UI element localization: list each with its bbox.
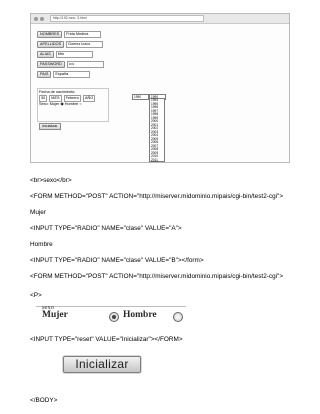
form-row-apellidos: APELLIDOS Gomez lozco — [37, 41, 104, 48]
alias-field: bfm — [55, 51, 93, 58]
mujer-radio-icon — [109, 312, 119, 322]
doc-line-input-b: <INPUT TYPE="RADIO" NAME="clase" VALUE="… — [30, 257, 204, 264]
year-option: 2012 — [151, 161, 159, 163]
radio-icon: ◉ — [60, 102, 64, 106]
month-select: Febrero — [63, 95, 81, 102]
year-select-box: 1990 — [132, 94, 149, 100]
password-field: •••• — [66, 61, 104, 68]
birthdate-section: Fecha de nacimiento: 30 MES Febrero AÑO … — [37, 88, 109, 122]
form-row-pais: PAIS España — [37, 71, 91, 78]
sexo-row: Sexo: Mujer ◉ Hombre ○ — [39, 102, 107, 107]
sexo-label: Sexo: — [39, 102, 49, 106]
year-dropdown-list: 1994 1995 1996 1997 1998 1999 2000 2001 2002 2003… — [149, 98, 165, 162]
pais-select: España — [53, 71, 91, 78]
mujer-label: Mujer — [49, 102, 60, 106]
url-bar: http://192.mov: 3.html — [50, 15, 204, 22]
doc-line-mujer: Mujer — [30, 209, 46, 216]
year-button: AÑO — [82, 95, 96, 102]
apellidos-label: APELLIDOS — [37, 41, 65, 48]
doc-line-input-a: <INPUT TYPE="RADIO" NAME="clase" VALUE="… — [30, 225, 182, 232]
browser-chrome: http://192.mov: 3.html — [31, 14, 289, 24]
doc-line-br-sexo: <br>sexo</br> — [30, 177, 72, 184]
apellidos-field: Gomez lozco — [66, 41, 104, 48]
mujer-label: Mujer — [42, 310, 68, 320]
nombres-field: Frida Medina — [64, 31, 102, 38]
radio-icon: ○ — [79, 102, 82, 106]
divider — [36, 306, 186, 307]
forward-icon — [40, 16, 44, 21]
doc-line-reset: <INPUT TYPE="reset" VALUE="Inicializar">… — [30, 336, 183, 343]
pais-label: PAIS — [37, 71, 52, 78]
back-icon — [34, 16, 38, 21]
browser-form-screenshot: http://192.mov: 3.html NOMBRES Frida Med… — [30, 13, 290, 163]
day-select: 30 — [39, 95, 48, 102]
month-button: MES — [49, 95, 62, 102]
nombres-label: NOMBRES — [37, 31, 63, 38]
doc-line-body-close: </BODY> — [30, 397, 58, 404]
alias-label: ALIAS — [37, 51, 54, 58]
sexo-radio-image: sexo Mujer Hombre — [36, 304, 186, 323]
password-label: PASSWORD — [37, 61, 65, 68]
doc-line-p: <P> — [30, 292, 42, 299]
hombre-label: Hombre — [123, 310, 157, 320]
doc-line-form-2: <FORM METHOD="POST" ACTION="http://miser… — [30, 273, 284, 280]
hombre-label: Hombre — [64, 102, 79, 106]
form-row-alias: ALIAS bfm — [37, 51, 93, 58]
doc-line-hombre: Hombre — [30, 241, 53, 248]
inicializar-small-button: inicializar — [39, 123, 61, 130]
form-row-nombres: NOMBRES Frida Medina — [37, 31, 102, 38]
doc-line-form-1: <FORM METHOD="POST" ACTION="http://miser… — [30, 193, 284, 200]
hombre-radio-icon — [173, 312, 183, 322]
birthdate-selects: 30 MES Febrero AÑO — [39, 95, 107, 102]
form-row-password: PASSWORD •••• — [37, 61, 104, 68]
inicializar-button-image: Inicializar — [63, 356, 141, 373]
